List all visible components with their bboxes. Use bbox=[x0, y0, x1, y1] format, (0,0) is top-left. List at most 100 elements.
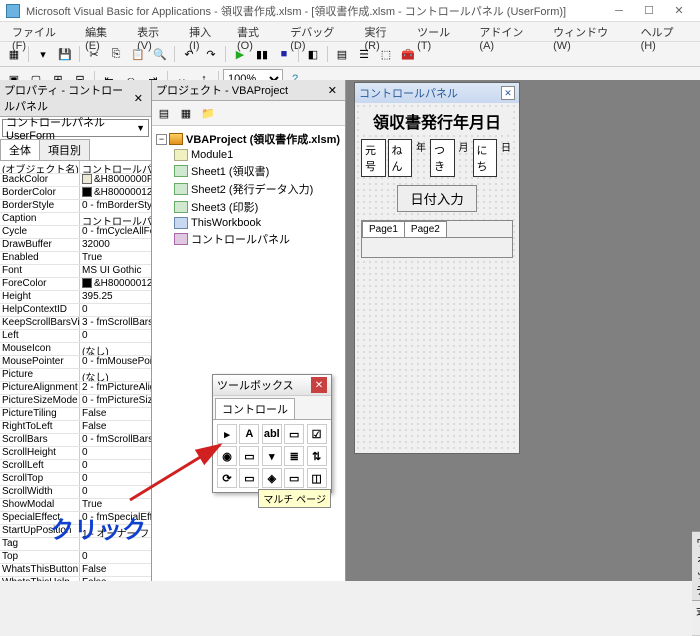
tb-insert[interactable]: ▾ bbox=[33, 44, 53, 64]
project-tree[interactable]: − VBAProject (領収書作成.xlsm) Module1Sheet1 … bbox=[152, 126, 345, 581]
prop-value[interactable]: &H80000012& bbox=[80, 278, 151, 290]
toolbox-tool-2[interactable]: abl bbox=[262, 424, 282, 444]
toolbox-tool-5[interactable]: ◉ bbox=[217, 446, 237, 466]
prop-value[interactable]: 0 bbox=[80, 304, 151, 316]
form-close-icon[interactable]: ✕ bbox=[501, 86, 515, 100]
tb-props[interactable]: ☰ bbox=[354, 44, 374, 64]
prop-row[interactable]: ScrollHeight0 bbox=[0, 447, 151, 460]
prop-row[interactable]: PictureAlignment2 - fmPictureAlign bbox=[0, 382, 151, 395]
prop-value[interactable]: (なし) bbox=[80, 343, 151, 355]
prop-row[interactable]: WhatsThisButtonFalse bbox=[0, 564, 151, 577]
userform-window[interactable]: コントロールパネル ✕ 領収書発行年月日 元号 ねん 年 つき 月 にち 日 日… bbox=[354, 82, 520, 454]
tree-root[interactable]: − VBAProject (領収書作成.xlsm) bbox=[156, 130, 341, 148]
prop-row[interactable]: Top0 bbox=[0, 551, 151, 564]
prop-row[interactable]: RightToLeftFalse bbox=[0, 421, 151, 434]
toolbox-tool-6[interactable]: ▭ bbox=[239, 446, 259, 466]
menu-window[interactable]: ウィンドウ(W) bbox=[545, 22, 632, 41]
minimize-button[interactable]: ─ bbox=[604, 1, 634, 21]
prop-value[interactable]: 395.25 bbox=[80, 291, 151, 303]
prop-value[interactable]: 0 bbox=[80, 473, 151, 485]
prop-value[interactable]: 0 - fmPictureSize bbox=[80, 395, 151, 407]
tb-view-excel[interactable]: ▦ bbox=[4, 44, 24, 64]
prop-row[interactable]: MousePointer0 - fmMousePointe bbox=[0, 356, 151, 369]
tree-node[interactable]: コントロールパネル bbox=[174, 230, 341, 248]
toolbox-tool-12[interactable]: ◈ bbox=[262, 468, 282, 488]
prop-row[interactable]: KeepScrollBarsVisi3 - fmScrollBarsB bbox=[0, 317, 151, 330]
prop-row[interactable]: Height395.25 bbox=[0, 291, 151, 304]
prop-row[interactable]: Left0 bbox=[0, 330, 151, 343]
prop-value[interactable]: &H8000000F& bbox=[80, 174, 151, 186]
prop-row[interactable]: MouseIcon(なし) bbox=[0, 343, 151, 356]
prop-row[interactable]: BorderStyle0 - fmBorderStyle bbox=[0, 200, 151, 213]
prop-row[interactable]: DrawBuffer32000 bbox=[0, 239, 151, 252]
props-tab-cat[interactable]: 項目別 bbox=[39, 139, 90, 160]
year-field[interactable]: ねん bbox=[388, 139, 413, 177]
menu-debug[interactable]: デバッグ(D) bbox=[282, 22, 356, 41]
proj-close-icon[interactable]: ✕ bbox=[324, 84, 341, 97]
toolbox-tool-9[interactable]: ⇅ bbox=[307, 446, 327, 466]
prop-value[interactable]: 3 - fmScrollBarsB bbox=[80, 317, 151, 329]
proj-folder[interactable]: 📁 bbox=[198, 103, 218, 123]
prop-value[interactable]: コントロールパネル bbox=[80, 161, 151, 173]
prop-row[interactable]: PictureTilingFalse bbox=[0, 408, 151, 421]
maximize-button[interactable]: ☐ bbox=[634, 1, 664, 21]
prop-value[interactable]: True bbox=[80, 252, 151, 264]
prop-value[interactable]: 0 bbox=[80, 330, 151, 342]
prop-row[interactable]: Cycle0 - fmCycleAllFor bbox=[0, 226, 151, 239]
tb-design[interactable]: ◧ bbox=[303, 44, 323, 64]
toolbox-close-icon[interactable]: ✕ bbox=[311, 377, 327, 393]
prop-value[interactable]: 32000 bbox=[80, 239, 151, 251]
prop-row[interactable]: BorderColor&H80000012& bbox=[0, 187, 151, 200]
prop-value[interactable]: 0 bbox=[80, 551, 151, 563]
tb-find[interactable]: 🔍 bbox=[150, 44, 170, 64]
era-combo[interactable]: 元号 bbox=[361, 139, 386, 177]
date-input-button[interactable]: 日付入力 bbox=[397, 185, 476, 212]
toolbox-tab-controls[interactable]: コントロール bbox=[215, 398, 295, 419]
prop-row[interactable]: PictureSizeMode0 - fmPictureSize bbox=[0, 395, 151, 408]
prop-value[interactable]: 0 - fmCycleAllFor bbox=[80, 226, 151, 238]
tb-save[interactable]: 💾 bbox=[55, 44, 75, 64]
menu-insert[interactable]: 挿入(I) bbox=[181, 22, 229, 41]
prop-row[interactable]: ScrollBars0 - fmScrollBarsN bbox=[0, 434, 151, 447]
menu-edit[interactable]: 編集(E) bbox=[77, 22, 129, 41]
tb-project[interactable]: ▤ bbox=[332, 44, 352, 64]
close-button[interactable]: ✕ bbox=[664, 1, 694, 21]
tb-paste[interactable]: 📋 bbox=[128, 44, 148, 64]
toolbox-titlebar[interactable]: ツールボックス ✕ bbox=[213, 375, 331, 396]
prop-row[interactable]: FontMS UI Gothic bbox=[0, 265, 151, 278]
toolbox-tool-3[interactable]: ▭ bbox=[284, 424, 304, 444]
multipage-tab-1[interactable]: Page1 bbox=[362, 221, 405, 237]
toolbox-tool-13[interactable]: ▭ bbox=[284, 468, 304, 488]
menu-file[interactable]: ファイル(F) bbox=[4, 22, 77, 41]
prop-value[interactable]: False bbox=[80, 577, 151, 581]
toolbox-tool-11[interactable]: ▭ bbox=[239, 468, 259, 488]
toolbox-tool-0[interactable]: ▸ bbox=[217, 424, 237, 444]
tree-node[interactable]: Sheet3 (印影) bbox=[174, 198, 341, 216]
prop-row[interactable]: Captionコントロールパネル bbox=[0, 213, 151, 226]
tree-node[interactable]: Sheet1 (領収書) bbox=[174, 162, 341, 180]
tb-reset[interactable]: ■ bbox=[274, 44, 294, 64]
tb-redo[interactable]: ↷ bbox=[201, 44, 221, 64]
form-designer[interactable]: コントロールパネル ✕ 領収書発行年月日 元号 ねん 年 つき 月 にち 日 日… bbox=[346, 80, 700, 581]
multipage-control[interactable]: Page1 Page2 bbox=[361, 220, 513, 258]
prop-row[interactable]: (オブジェクト名)コントロールパネル bbox=[0, 161, 151, 174]
menu-view[interactable]: 表示(V) bbox=[129, 22, 181, 41]
menu-format[interactable]: 書式(O) bbox=[229, 22, 282, 41]
prop-value[interactable]: False bbox=[80, 421, 151, 433]
multipage-tab-2[interactable]: Page2 bbox=[404, 221, 447, 237]
menu-addins[interactable]: アドイン(A) bbox=[471, 22, 545, 41]
prop-value[interactable]: 2 - fmPictureAlign bbox=[80, 382, 151, 394]
toolbox-tool-7[interactable]: ▾ bbox=[262, 446, 282, 466]
month-field[interactable]: つき bbox=[430, 139, 455, 177]
tb-copy[interactable]: ⎘ bbox=[106, 44, 126, 64]
userform-body[interactable]: 領収書発行年月日 元号 ねん 年 つき 月 にち 日 日付入力 Page1 Pa… bbox=[355, 103, 519, 453]
prop-row[interactable]: ForeColor&H80000012& bbox=[0, 278, 151, 291]
tb-run[interactable]: ▶ bbox=[230, 44, 250, 64]
prop-value[interactable]: False bbox=[80, 408, 151, 420]
prop-row[interactable]: ScrollTop0 bbox=[0, 473, 151, 486]
prop-value[interactable]: 0 - fmBorderStyle bbox=[80, 200, 151, 212]
prop-value[interactable]: 0 bbox=[80, 447, 151, 459]
prop-value[interactable]: (なし) bbox=[80, 369, 151, 381]
prop-value[interactable]: &H80000012& bbox=[80, 187, 151, 199]
proj-view-object[interactable]: ▦ bbox=[176, 103, 196, 123]
